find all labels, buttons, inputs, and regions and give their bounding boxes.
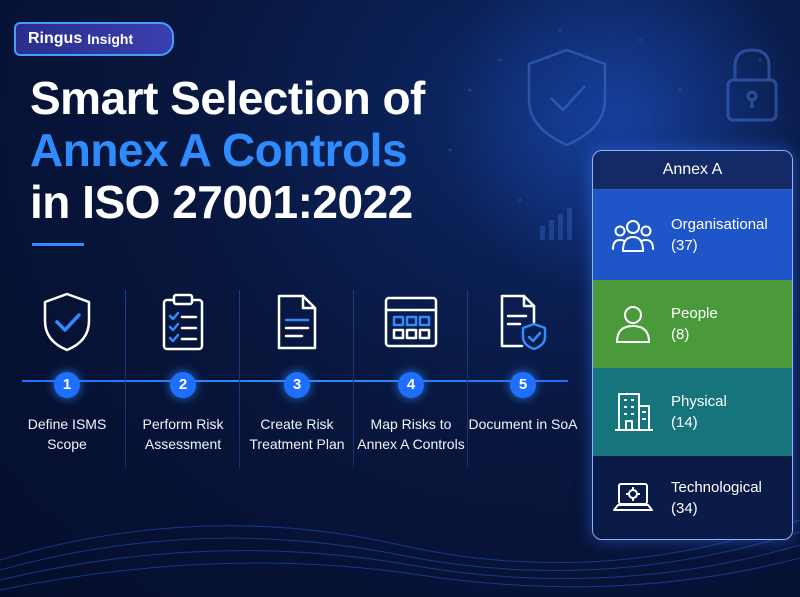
step-label: Document in SoA [468,416,578,432]
title-line-1: Smart Selection of [30,72,425,124]
annex-a-panel: Annex A Organisational (37) People (8) P… [592,150,793,540]
step-number: 4 [398,372,424,398]
category-name: Organisational [671,216,768,233]
laptop-gear-icon [613,483,653,511]
shield-check-icon [10,290,124,354]
category-name: Technological [671,479,762,496]
category-count: (34) [671,500,698,517]
category-physical: Physical (14) [593,368,792,456]
team-icon [612,220,654,252]
person-icon [615,306,651,343]
category-name: Physical [671,393,727,410]
category-technological: Technological (34) [593,456,792,539]
document-icon [240,290,354,354]
step-label: Define ISMS Scope [27,416,107,452]
brand-badge: Ringus Insight [14,22,174,56]
step-document-soa: 5 Document in SoA [466,290,580,434]
page-title: Smart Selection of Annex A Controls in I… [30,72,425,228]
annex-header: Annex A [593,151,792,190]
step-define-scope: 1 Define ISMS Scope [10,290,124,454]
step-number: 3 [284,372,310,398]
step-map-risks: 4 Map Risks to Annex A Controls [354,290,468,454]
title-line-2: Annex A Controls [30,124,408,176]
step-label: Perform Risk Assessment [142,416,224,452]
step-number: 2 [170,372,196,398]
building-icon [615,393,653,431]
step-treatment-plan: 3 Create Risk Treatment Plan [240,290,354,454]
category-count: (37) [671,237,698,254]
category-count: (8) [671,326,690,343]
step-label: Create Risk Treatment Plan [249,416,345,452]
step-label: Map Risks to Annex A Controls [357,416,465,452]
step-risk-assessment: 2 Perform Risk Assessment [126,290,240,454]
title-underline [32,243,84,246]
step-number: 5 [510,372,536,398]
title-line-3: in ISO 27001:2022 [30,176,413,228]
clipboard-checklist-icon [126,290,240,354]
step-number: 1 [54,372,80,398]
brand-tag: Insight [87,31,134,47]
category-count: (14) [671,414,698,431]
category-organisational: Organisational (37) [593,190,792,280]
document-shield-icon [466,290,580,354]
category-name: People [671,305,718,322]
brand-name: Ringus [28,30,83,47]
category-people: People (8) [593,280,792,368]
calendar-grid-icon [354,290,468,354]
